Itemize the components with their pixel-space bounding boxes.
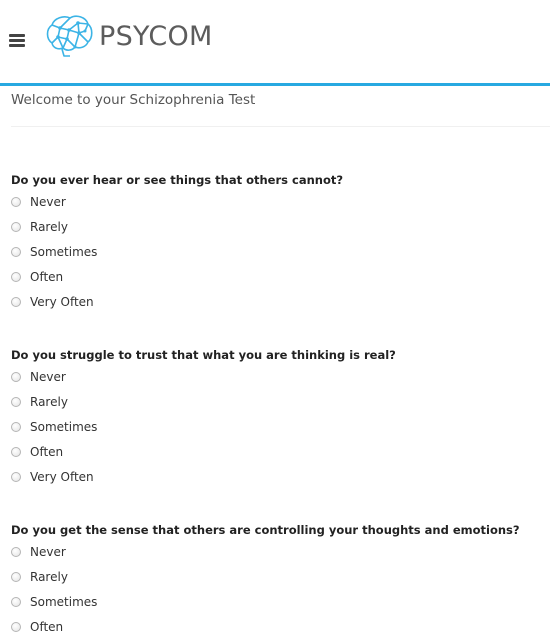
question-text: Do you get the sense that others are con…: [11, 523, 520, 537]
option-label: Sometimes: [30, 419, 98, 434]
option-label: Rarely: [30, 569, 68, 584]
question-1: Do you ever hear or see things that othe…: [11, 171, 550, 314]
option-very-often[interactable]: Very Often: [11, 464, 550, 489]
option-never[interactable]: Never: [11, 364, 550, 389]
option-label: Often: [30, 269, 64, 284]
radio-button[interactable]: [11, 621, 21, 632]
option-very-often[interactable]: Very Often: [11, 289, 550, 314]
radio-button[interactable]: [11, 371, 21, 382]
question-text: Do you struggle to trust that what you a…: [11, 348, 396, 362]
site-logo[interactable]: PSYCOM: [42, 12, 222, 60]
radio-button[interactable]: [11, 421, 21, 432]
option-label: Often: [30, 444, 64, 459]
quiz-title: Welcome to your Schizophrenia Test: [11, 92, 256, 108]
radio-button[interactable]: [11, 271, 21, 282]
radio-button[interactable]: [11, 546, 21, 557]
radio-button[interactable]: [11, 221, 21, 232]
option-sometimes[interactable]: Sometimes: [11, 239, 550, 264]
question-3: Do you get the sense that others are con…: [11, 521, 550, 639]
radio-button[interactable]: [11, 296, 21, 307]
logo-text: PSYCOM: [99, 20, 213, 52]
option-label: Very Often: [30, 294, 94, 309]
radio-button[interactable]: [11, 396, 21, 407]
option-label: Never: [30, 369, 66, 384]
site-header: PSYCOM: [0, 0, 550, 83]
header-accent-line: [0, 83, 550, 86]
option-label: Very Often: [30, 469, 94, 484]
option-label: Never: [30, 194, 66, 209]
option-often[interactable]: Often: [11, 614, 550, 639]
option-rarely[interactable]: Rarely: [11, 564, 550, 589]
option-rarely[interactable]: Rarely: [11, 214, 550, 239]
option-never[interactable]: Never: [11, 189, 550, 214]
option-label: Rarely: [30, 219, 68, 234]
radio-button[interactable]: [11, 446, 21, 457]
title-divider: [11, 126, 550, 127]
option-label: Often: [30, 619, 64, 634]
option-rarely[interactable]: Rarely: [11, 389, 550, 414]
option-label: Sometimes: [30, 244, 98, 259]
option-label: Sometimes: [30, 594, 98, 609]
brain-network-icon: [46, 15, 93, 57]
radio-button[interactable]: [11, 571, 21, 582]
radio-button[interactable]: [11, 196, 21, 207]
page: PSYCOM Welcome to your Schizophrenia Tes…: [0, 0, 550, 640]
radio-button[interactable]: [11, 246, 21, 257]
option-never[interactable]: Never: [11, 539, 550, 564]
radio-button[interactable]: [11, 596, 21, 607]
option-sometimes[interactable]: Sometimes: [11, 589, 550, 614]
question-text: Do you ever hear or see things that othe…: [11, 173, 344, 187]
hamburger-menu-icon[interactable]: [9, 34, 25, 48]
option-often[interactable]: Often: [11, 264, 550, 289]
option-sometimes[interactable]: Sometimes: [11, 414, 550, 439]
question-2: Do you struggle to trust that what you a…: [11, 346, 550, 489]
option-label: Rarely: [30, 394, 68, 409]
option-often[interactable]: Often: [11, 439, 550, 464]
option-label: Never: [30, 544, 66, 559]
radio-button[interactable]: [11, 471, 21, 482]
